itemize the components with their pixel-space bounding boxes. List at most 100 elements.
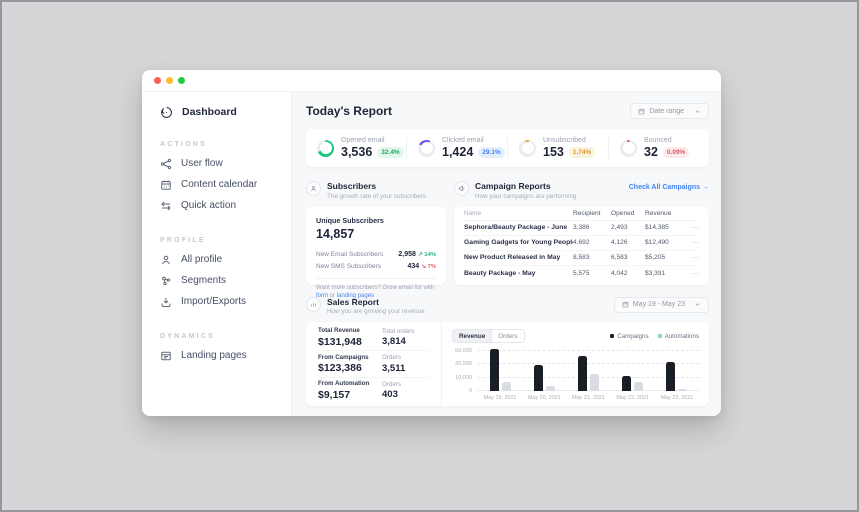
table-row[interactable]: Gaming Gadgets for Young People 4,692 4,…	[464, 236, 699, 251]
campaign-opened: 4,042	[611, 270, 645, 277]
sidebar-item-quick-action[interactable]: Quick action	[160, 195, 283, 216]
sales-date-range-value: May 19 - May 23	[633, 301, 685, 308]
campaign-opened: 4,126	[611, 239, 645, 246]
chart-bar-campaigns	[622, 376, 631, 391]
stat-percent-badge: 32.4%	[377, 147, 403, 158]
close-window-button[interactable]	[154, 77, 161, 84]
stat-label: Bounced	[644, 137, 689, 144]
sidebar-item-segments[interactable]: Segments	[160, 270, 283, 291]
campaign-revenue: $3,391	[645, 270, 687, 277]
campaign-revenue: $12,490	[645, 239, 687, 246]
section-title: Subscribers	[327, 181, 426, 191]
fullscreen-window-button[interactable]	[178, 77, 185, 84]
section-subtitle: How you are growing your revenue	[327, 308, 425, 315]
chart-bar-groups	[478, 347, 699, 391]
legend-dot-icon	[658, 334, 662, 338]
table-row[interactable]: Beauty Package - May 5,575 4,042 $3,391 …	[464, 266, 699, 281]
metric-label: Total orders	[382, 328, 429, 335]
progress-ring-icon	[519, 140, 536, 157]
minimize-window-button[interactable]	[166, 77, 173, 84]
sidebar-item-all-profile[interactable]: All profile	[160, 249, 283, 270]
subscribers-card: Unique Subscribers 14,857 New Email Subs…	[306, 207, 446, 285]
chart-bar-automations	[590, 374, 599, 391]
toggle-orders-button[interactable]: Orders	[492, 330, 523, 342]
progress-ring-icon	[418, 140, 435, 157]
chart-y-tick-label: 0	[469, 388, 472, 394]
user-icon	[160, 254, 172, 266]
sidebar-item-label: Dashboard	[182, 106, 237, 118]
metric-label: From Campaigns	[318, 354, 382, 361]
table-row[interactable]: Sephora/Beauty Package - June 3,386 2,49…	[464, 221, 699, 236]
metric-value: 434↘ 7%	[407, 263, 436, 270]
stat-clicked-email: Clicked email 1,424 29.1%	[406, 137, 507, 159]
stat-value: 153	[543, 145, 564, 159]
progress-ring-icon	[620, 140, 637, 157]
chart-plot	[478, 347, 699, 391]
sidebar-section-title: ACTIONS	[160, 141, 283, 148]
sidebar: Dashboard ACTIONS User flow	[142, 92, 292, 416]
column-header-revenue: Revenue	[645, 210, 687, 217]
metric-value: 2,958↗ 14%	[398, 251, 436, 258]
chart-y-tick-label: 50,000	[455, 348, 472, 354]
flow-icon	[160, 158, 172, 170]
date-range-dropdown[interactable]: Date range	[630, 103, 709, 119]
sidebar-item-content-calendar[interactable]: Content calendar	[160, 174, 283, 195]
campaign-name: Gaming Gadgets for Young People	[464, 239, 573, 246]
main-content: Today's Report Date range	[292, 92, 721, 416]
trend-down-indicator: ↘ 7%	[421, 264, 436, 270]
sidebar-section-title: DYNAMICS	[160, 333, 283, 340]
row-menu-icon[interactable]: ⋯	[687, 225, 699, 231]
chart-bar-campaigns	[578, 356, 587, 391]
chart-x-tick-label: May 23, 2021	[655, 395, 699, 401]
sidebar-item-landing-pages[interactable]: Landing pages	[160, 345, 283, 366]
chart-x-axis: May 19, 2021May 20, 2021May 21, 2021May …	[478, 391, 699, 401]
chart-bar-automations	[502, 382, 511, 391]
sidebar-item-user-flow[interactable]: User flow	[160, 153, 283, 174]
metric-value: $123,386	[318, 362, 382, 374]
bar-chart: 010,00030,00050,000 May 19, 2021May 20, …	[452, 347, 699, 401]
check-all-campaigns-link[interactable]: Check All Campaigns →	[629, 184, 709, 191]
sales-date-range-dropdown[interactable]: May 19 - May 23	[614, 297, 709, 313]
import-export-icon	[160, 296, 172, 308]
chart-x-tick-label: May 22, 2021	[611, 395, 655, 401]
section-subtitle: How your campaigns are performing	[475, 193, 577, 200]
chart-y-tick-label: 30,000	[455, 361, 472, 367]
campaigns-icon	[454, 181, 469, 196]
sales-totals-panel: Total Revenue $131,948 Total orders 3,81…	[306, 322, 442, 406]
campaign-revenue: $5,205	[645, 254, 687, 261]
sales-report-section: Sales Report How you are growing your re…	[306, 297, 709, 407]
list-item: New Email Subscribers 2,958↗ 14%	[316, 249, 436, 261]
metric-label: New SMS Subscribers	[316, 263, 381, 270]
toggle-revenue-button[interactable]: Revenue	[453, 330, 492, 342]
campaign-reports-section: Campaign Reports How your campaigns are …	[454, 181, 709, 285]
campaign-recipient: 5,575	[573, 270, 611, 277]
page-title: Today's Report	[306, 104, 392, 118]
calendar-icon	[160, 179, 172, 191]
unique-subscribers-value: 14,857	[316, 227, 436, 241]
chart-x-tick-label: May 19, 2021	[478, 395, 522, 401]
chart-bar-group	[655, 347, 699, 391]
chart-bar-automations	[546, 386, 555, 391]
sidebar-item-label: Content calendar	[181, 179, 257, 190]
sidebar-item-import-exports[interactable]: Import/Exports	[160, 291, 283, 312]
chart-x-tick-label: May 20, 2021	[522, 395, 566, 401]
metric-value: 3,814	[382, 336, 429, 347]
metric-label: From Automation	[318, 380, 382, 387]
stat-label: Opened email	[341, 137, 404, 144]
metric-label: Orders	[382, 354, 429, 361]
chart-bar-group	[522, 347, 566, 391]
row-menu-icon[interactable]: ⋯	[687, 240, 699, 246]
stat-value: 3,536	[341, 145, 372, 159]
sidebar-item-label: Segments	[181, 275, 226, 286]
stat-opened-email: Opened email 3,536 32.4%	[306, 137, 406, 159]
legend-item-campaigns: Campaigns	[610, 333, 648, 340]
progress-ring-icon	[317, 140, 334, 157]
row-menu-icon[interactable]: ⋯	[687, 271, 699, 277]
sidebar-item-label: All profile	[181, 254, 222, 265]
sidebar-item-label: Import/Exports	[181, 296, 246, 307]
chart-bar-campaigns	[666, 362, 675, 391]
sidebar-item-dashboard[interactable]: Dashboard	[160, 104, 283, 120]
row-menu-icon[interactable]: ⋯	[687, 255, 699, 261]
table-row[interactable]: New Product Released in May 8,583 6,583 …	[464, 251, 699, 266]
chart-metric-toggle: Revenue Orders	[452, 329, 525, 343]
